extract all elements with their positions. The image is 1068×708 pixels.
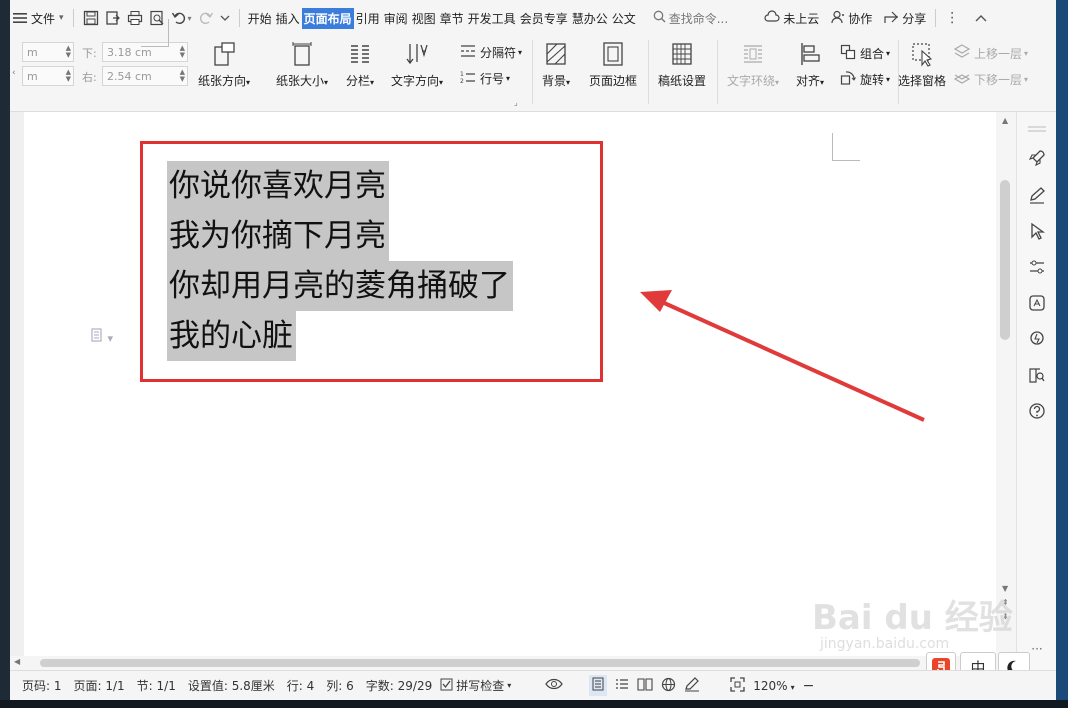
book-search-icon[interactable] [1026, 364, 1048, 386]
reading-view-icon[interactable] [637, 677, 653, 694]
help-icon[interactable] [1026, 400, 1048, 422]
status-pages[interactable]: 页面: 1/1 [74, 677, 125, 694]
zoom-out-icon[interactable]: − [803, 678, 815, 694]
taskbar [0, 700, 1068, 708]
lightbulb-icon[interactable] [1026, 328, 1048, 350]
baidu-watermark-url: jingyan.baidu.com [820, 636, 950, 652]
checkbox-icon [440, 678, 453, 694]
vertical-scrollbar[interactable]: ▲ ▼ ⇞ ⇟ [996, 112, 1016, 656]
zoom-level[interactable]: 120% ▾ [753, 679, 794, 693]
right-side-panel: ··· [1016, 112, 1056, 670]
scroll-left-icon[interactable]: ◀ [14, 657, 20, 666]
status-word-count[interactable]: 字数: 29/29 [366, 677, 432, 694]
spell-check-button[interactable]: 拼写检查 ▾ [440, 677, 511, 694]
sliders-icon[interactable] [1026, 256, 1048, 278]
zoom-level-value: 120% [753, 678, 788, 693]
page-view-icon[interactable] [589, 675, 608, 696]
right-window-edge [1056, 0, 1068, 708]
baidu-watermark: Bai du 经验 [812, 598, 1013, 638]
panel-grip-icon [1026, 118, 1048, 140]
status-column: 列: 6 [326, 679, 354, 693]
status-section[interactable]: 节: 1/1 [137, 677, 176, 694]
scroll-up-icon[interactable]: ▲ [1002, 116, 1008, 125]
status-bar: 页码: 1 页面: 1/1 节: 1/1 设置值: 5.8厘米 行: 4 列: … [10, 670, 1056, 700]
spell-check-label: 拼写检查 [456, 679, 505, 693]
status-page-number[interactable]: 页码: 1 [22, 677, 62, 694]
ai-image-icon[interactable] [1026, 292, 1048, 314]
write-mode-icon[interactable] [684, 676, 700, 695]
outline-view-icon[interactable] [615, 677, 629, 694]
horizontal-scroll-thumb[interactable] [40, 659, 920, 667]
pen-icon[interactable] [1026, 184, 1048, 206]
horizontal-scrollbar[interactable]: ◀ [10, 656, 1016, 670]
fit-page-icon[interactable] [730, 676, 745, 695]
eye-protection-icon[interactable] [545, 677, 564, 694]
status-setting[interactable]: 设置值: 5.8厘米 [188, 677, 275, 694]
cursor-icon[interactable] [1026, 220, 1048, 242]
vertical-scroll-thumb[interactable] [1000, 180, 1010, 340]
rocket-icon[interactable] [1026, 147, 1048, 169]
status-row: 行: 4 [286, 679, 315, 693]
wps-writer-window: 文件 ▾ ▾ 开始 插入 页面布局 引用 审阅 视图 章节 开发工具 会员专享 … [0, 0, 1068, 708]
web-view-icon[interactable] [661, 677, 676, 695]
